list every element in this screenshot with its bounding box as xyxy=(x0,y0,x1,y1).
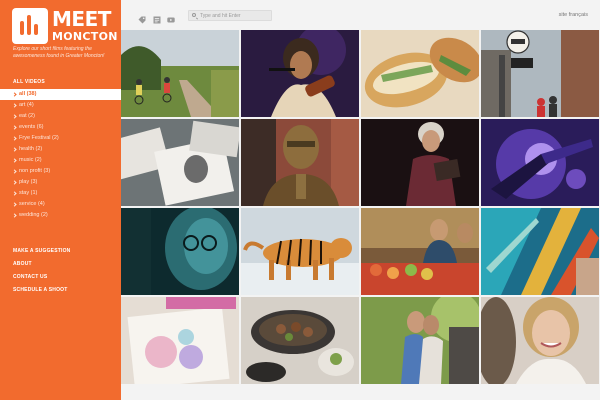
logo-mark-icon xyxy=(12,8,48,44)
tag-icon[interactable] xyxy=(138,11,146,24)
tile-bronze-statue[interactable] xyxy=(241,119,359,206)
category-item-all[interactable]: all (38) xyxy=(0,89,121,100)
category-item-events[interactable]: events (6) xyxy=(0,122,121,133)
chevron-right-icon xyxy=(12,147,17,152)
schedule-shoot-link[interactable]: SCHEDULE A SHOOT xyxy=(13,287,68,293)
logo-line-2: MONCTON xyxy=(52,30,118,43)
category-label: stay (1) xyxy=(19,190,38,196)
category-label: play (3) xyxy=(19,179,38,185)
tile-market-vendors[interactable] xyxy=(361,208,479,295)
sidebar: MEET MONCTON Explore our short films fea… xyxy=(0,0,121,400)
language-link[interactable]: site français xyxy=(559,12,588,18)
chevron-right-icon xyxy=(12,180,17,185)
chevron-right-icon xyxy=(12,169,17,174)
logo-line-1: MEET xyxy=(52,7,111,31)
category-item-wedding[interactable]: wedding (2) xyxy=(0,210,121,221)
tile-smiling-bride[interactable] xyxy=(481,297,599,384)
tile-street-sign[interactable] xyxy=(481,30,599,117)
category-item-eat[interactable]: eat (2) xyxy=(0,111,121,122)
tile-purple-stage-lights[interactable] xyxy=(481,119,599,206)
search-icon xyxy=(192,13,196,17)
tile-teal-portrait[interactable] xyxy=(121,208,239,295)
search-input[interactable] xyxy=(200,11,270,20)
top-bar: site français xyxy=(121,0,600,30)
video-grid xyxy=(121,30,600,400)
category-item-stay[interactable]: stay (1) xyxy=(0,188,121,199)
chevron-right-icon xyxy=(12,158,17,163)
category-label: art (4) xyxy=(19,102,34,108)
about-link[interactable]: ABOUT xyxy=(13,261,32,267)
category-item-play[interactable]: play (3) xyxy=(0,177,121,188)
chevron-right-icon xyxy=(12,136,17,141)
tile-violinist-singer[interactable] xyxy=(241,30,359,117)
tile-tiger[interactable] xyxy=(241,208,359,295)
category-item-non-profit[interactable]: non profit (3) xyxy=(0,166,121,177)
tile-couple-embrace[interactable] xyxy=(361,297,479,384)
tile-plated-dish[interactable] xyxy=(241,297,359,384)
category-label: health (2) xyxy=(19,146,43,152)
category-label: events (6) xyxy=(19,124,44,130)
category-item-health[interactable]: health (2) xyxy=(0,144,121,155)
chevron-right-icon xyxy=(12,202,17,207)
category-label: music (2) xyxy=(19,157,42,163)
category-item-music[interactable]: music (2) xyxy=(0,155,121,166)
tile-watercolour-drawing[interactable] xyxy=(121,297,239,384)
category-item-art[interactable]: art (4) xyxy=(0,100,121,111)
contact-us-link[interactable]: CONTACT US xyxy=(13,274,47,280)
tile-photo-prints[interactable] xyxy=(121,119,239,206)
category-label: service (4) xyxy=(19,201,45,207)
tile-banh-mi-sandwich[interactable] xyxy=(361,30,479,117)
category-label: non profit (3) xyxy=(19,168,51,174)
chevron-right-icon xyxy=(12,114,17,119)
tile-cyclists-path[interactable] xyxy=(121,30,239,117)
chevron-right-icon xyxy=(12,125,17,130)
logo-text: MEET MONCTON xyxy=(52,7,118,43)
meet-moncton-logo[interactable]: MEET MONCTON xyxy=(12,7,118,44)
all-videos-heading[interactable]: ALL VIDEOS xyxy=(13,79,45,85)
youtube-icon[interactable] xyxy=(167,11,175,23)
chevron-right-icon xyxy=(12,213,17,218)
make-suggestion-link[interactable]: MAKE A SUGGESTION xyxy=(13,248,70,254)
category-list: all (38) art (4) eat (2) events (6) Frye… xyxy=(0,89,121,221)
category-label: Frye Festival (2) xyxy=(19,135,59,141)
tile-poetry-reader[interactable] xyxy=(361,119,479,206)
document-icon[interactable] xyxy=(153,11,161,24)
chevron-right-icon xyxy=(12,191,17,196)
tile-abstract-painting[interactable] xyxy=(481,208,599,295)
category-label: wedding (2) xyxy=(19,212,48,218)
search-box[interactable] xyxy=(188,10,272,21)
category-item-service[interactable]: service (4) xyxy=(0,199,121,210)
chevron-right-icon xyxy=(12,103,17,108)
category-item-frye-festival[interactable]: Frye Festival (2) xyxy=(0,133,121,144)
category-label: eat (2) xyxy=(19,113,35,119)
chevron-right-icon xyxy=(12,92,17,97)
site-tagline: Explore our short films featuring the aw… xyxy=(13,46,105,59)
category-label: all (38) xyxy=(19,91,37,97)
